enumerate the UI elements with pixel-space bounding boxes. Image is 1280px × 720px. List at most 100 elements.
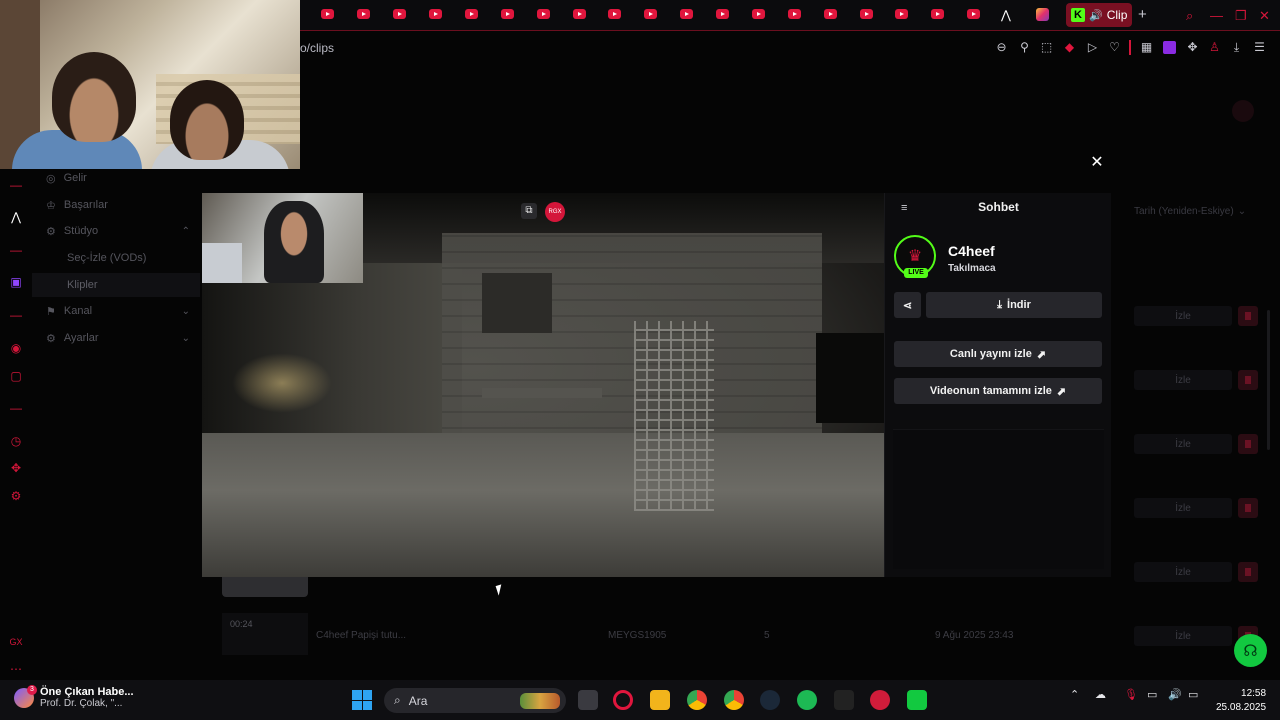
red-app-icon[interactable] — [870, 690, 890, 710]
tab-youtube-icon[interactable] — [895, 9, 908, 19]
watch-live-button[interactable]: Canlı yayını izle ⬈ — [894, 341, 1102, 367]
clip-title[interactable]: C4heef Papişi tutu... — [316, 630, 406, 641]
rail-app-icon[interactable]: ⋀ — [9, 210, 23, 224]
watch-button[interactable]: İzle — [1134, 434, 1232, 454]
heart-icon[interactable]: ♡ — [1108, 41, 1121, 54]
sidebar-item-studyo[interactable]: ⚙ Stüdyo ⌃ — [32, 219, 200, 243]
help-support-button[interactable]: ☊ — [1234, 634, 1267, 667]
network-icon[interactable]: ▭ — [1147, 688, 1157, 701]
url-text[interactable]: o/clips — [300, 41, 334, 55]
new-tab-button[interactable]: + — [1138, 6, 1147, 23]
menu-icon[interactable]: ☰ — [1253, 41, 1266, 54]
opera-gx-icon[interactable] — [613, 690, 633, 710]
system-tray-chevron-icon[interactable]: ⌃ — [1070, 688, 1079, 701]
steam-icon[interactable] — [760, 690, 780, 710]
watch-button[interactable]: İzle — [1134, 626, 1232, 646]
tab-youtube-icon[interactable] — [357, 9, 370, 19]
tab-youtube-icon[interactable] — [321, 9, 334, 19]
microphone-icon[interactable]: 🎙 — [1124, 688, 1138, 701]
watch-button[interactable]: İzle — [1134, 562, 1232, 582]
download-button[interactable]: ⤓ İndir — [926, 292, 1102, 318]
tab-youtube-icon[interactable] — [608, 9, 621, 19]
taskbar-clock[interactable]: 12:58 25.08.2025 — [1216, 687, 1266, 715]
chrome-icon[interactable] — [687, 690, 707, 710]
tab-youtube-icon[interactable] — [429, 9, 442, 19]
delete-button[interactable] — [1238, 370, 1258, 390]
screenshot-icon[interactable]: ⬚ — [1040, 41, 1053, 54]
extension-purple-icon[interactable] — [1163, 41, 1176, 54]
delete-button[interactable] — [1238, 306, 1258, 326]
streamer-name[interactable]: C4heef — [948, 243, 995, 259]
tab-instagram-icon[interactable] — [1036, 8, 1049, 21]
tab-youtube-icon[interactable] — [573, 9, 586, 19]
task-view-icon[interactable] — [578, 690, 598, 710]
page-scrollbar[interactable] — [1267, 310, 1270, 450]
chrome-profile-icon[interactable] — [724, 690, 744, 710]
file-explorer-icon[interactable] — [650, 690, 670, 710]
share-button[interactable]: ⋖ — [894, 292, 921, 318]
sort-select[interactable]: Tarih (Yeniden-Eskiye) ⌄ — [1128, 200, 1258, 222]
news-widget[interactable]: 3 Öne Çıkan Habe... Prof. Dr. Çolak, "..… — [14, 684, 134, 709]
watch-button[interactable]: İzle — [1134, 370, 1232, 390]
modal-close-button[interactable]: ✕ — [1089, 155, 1105, 171]
rail-box-icon[interactable]: ▢ — [9, 369, 23, 383]
extensions-icon[interactable]: ✥ — [1186, 41, 1199, 54]
rail-gx-icon[interactable]: GX — [9, 635, 23, 649]
delete-button[interactable] — [1238, 434, 1258, 454]
vpn-icon[interactable]: ☁ — [1095, 688, 1106, 701]
settings-gear-icon[interactable]: ⚙ — [9, 489, 23, 503]
delete-button[interactable] — [1238, 562, 1258, 582]
tab-youtube-icon[interactable] — [788, 9, 801, 19]
pocket-icon[interactable]: ◆ — [1063, 41, 1076, 54]
maximize-button[interactable]: ❐ — [1235, 8, 1247, 24]
watch-button[interactable]: İzle — [1134, 498, 1232, 518]
epic-games-icon[interactable] — [834, 690, 854, 710]
puzzle-icon[interactable]: ✥ — [9, 461, 23, 475]
speaker-icon[interactable]: 🔊 — [1089, 9, 1103, 22]
sidebar-item-klipler[interactable]: Klipler — [32, 273, 200, 297]
twitch-icon[interactable]: ▣ — [9, 275, 23, 289]
spotify-icon[interactable] — [797, 690, 817, 710]
qr-code-icon[interactable]: ▦ — [1140, 41, 1153, 54]
download-icon[interactable]: ⤓ — [1230, 41, 1243, 54]
green-app-icon[interactable] — [907, 690, 927, 710]
rail-play-icon[interactable]: ◉ — [9, 341, 23, 355]
tab-youtube-icon[interactable] — [716, 9, 729, 19]
tab-youtube-icon[interactable] — [680, 9, 693, 19]
copy-icon[interactable]: ⧉ — [521, 203, 537, 219]
chat-messages-area[interactable] — [893, 429, 1104, 569]
tab-youtube-icon[interactable] — [644, 9, 657, 19]
history-icon[interactable]: ◷ — [9, 434, 23, 448]
minimize-button[interactable]: — — [1210, 8, 1223, 23]
rail-more-icon[interactable]: ⋯ — [9, 662, 23, 676]
close-window-button[interactable]: ✕ — [1259, 8, 1270, 24]
tab-youtube-icon[interactable] — [752, 9, 765, 19]
active-tab-kick[interactable]: K 🔊 Clip — [1066, 3, 1132, 27]
watch-button[interactable]: İzle — [1134, 306, 1232, 326]
search-tabs-icon[interactable]: ⌕ — [1186, 8, 1193, 24]
clip-thumbnail[interactable] — [222, 577, 308, 597]
tab-youtube-icon[interactable] — [824, 9, 837, 19]
tab-youtube-icon[interactable] — [931, 9, 944, 19]
clip-thumbnail[interactable]: 00:24 — [222, 613, 308, 655]
sidebar-item-ayarlar[interactable]: ⚙ Ayarlar ⌄ — [32, 326, 200, 350]
tab-youtube-icon[interactable] — [393, 9, 406, 19]
pin-icon[interactable]: ⚲ — [1018, 41, 1031, 54]
tab-youtube-icon[interactable] — [967, 9, 980, 19]
delete-button[interactable] — [1238, 498, 1258, 518]
tab-app-icon[interactable]: ⋀ — [1001, 8, 1011, 22]
sidebar-item-vods[interactable]: Seç-İzle (VODs) — [32, 246, 200, 270]
sidebar-item-kanal[interactable]: ⚑ Kanal ⌄ — [32, 299, 200, 323]
battery-icon[interactable]: ▭ — [1188, 688, 1198, 701]
tab-youtube-icon[interactable] — [465, 9, 478, 19]
taskbar-search[interactable]: ⌕ Ara — [384, 688, 566, 713]
tab-youtube-icon[interactable] — [537, 9, 550, 19]
sidebar-item-basarilar[interactable]: ♔ Başarılar — [32, 193, 200, 217]
zoom-out-icon[interactable]: ⊖ — [995, 41, 1008, 54]
sidebar-item-gelir[interactable]: ◎ Gelir — [32, 166, 200, 190]
stream-category[interactable]: Takılmaca — [948, 263, 996, 274]
volume-icon[interactable]: 🔊 — [1168, 688, 1182, 701]
tab-youtube-icon[interactable] — [860, 9, 873, 19]
play-icon[interactable]: ▷ — [1086, 41, 1099, 54]
tab-youtube-icon[interactable] — [501, 9, 514, 19]
